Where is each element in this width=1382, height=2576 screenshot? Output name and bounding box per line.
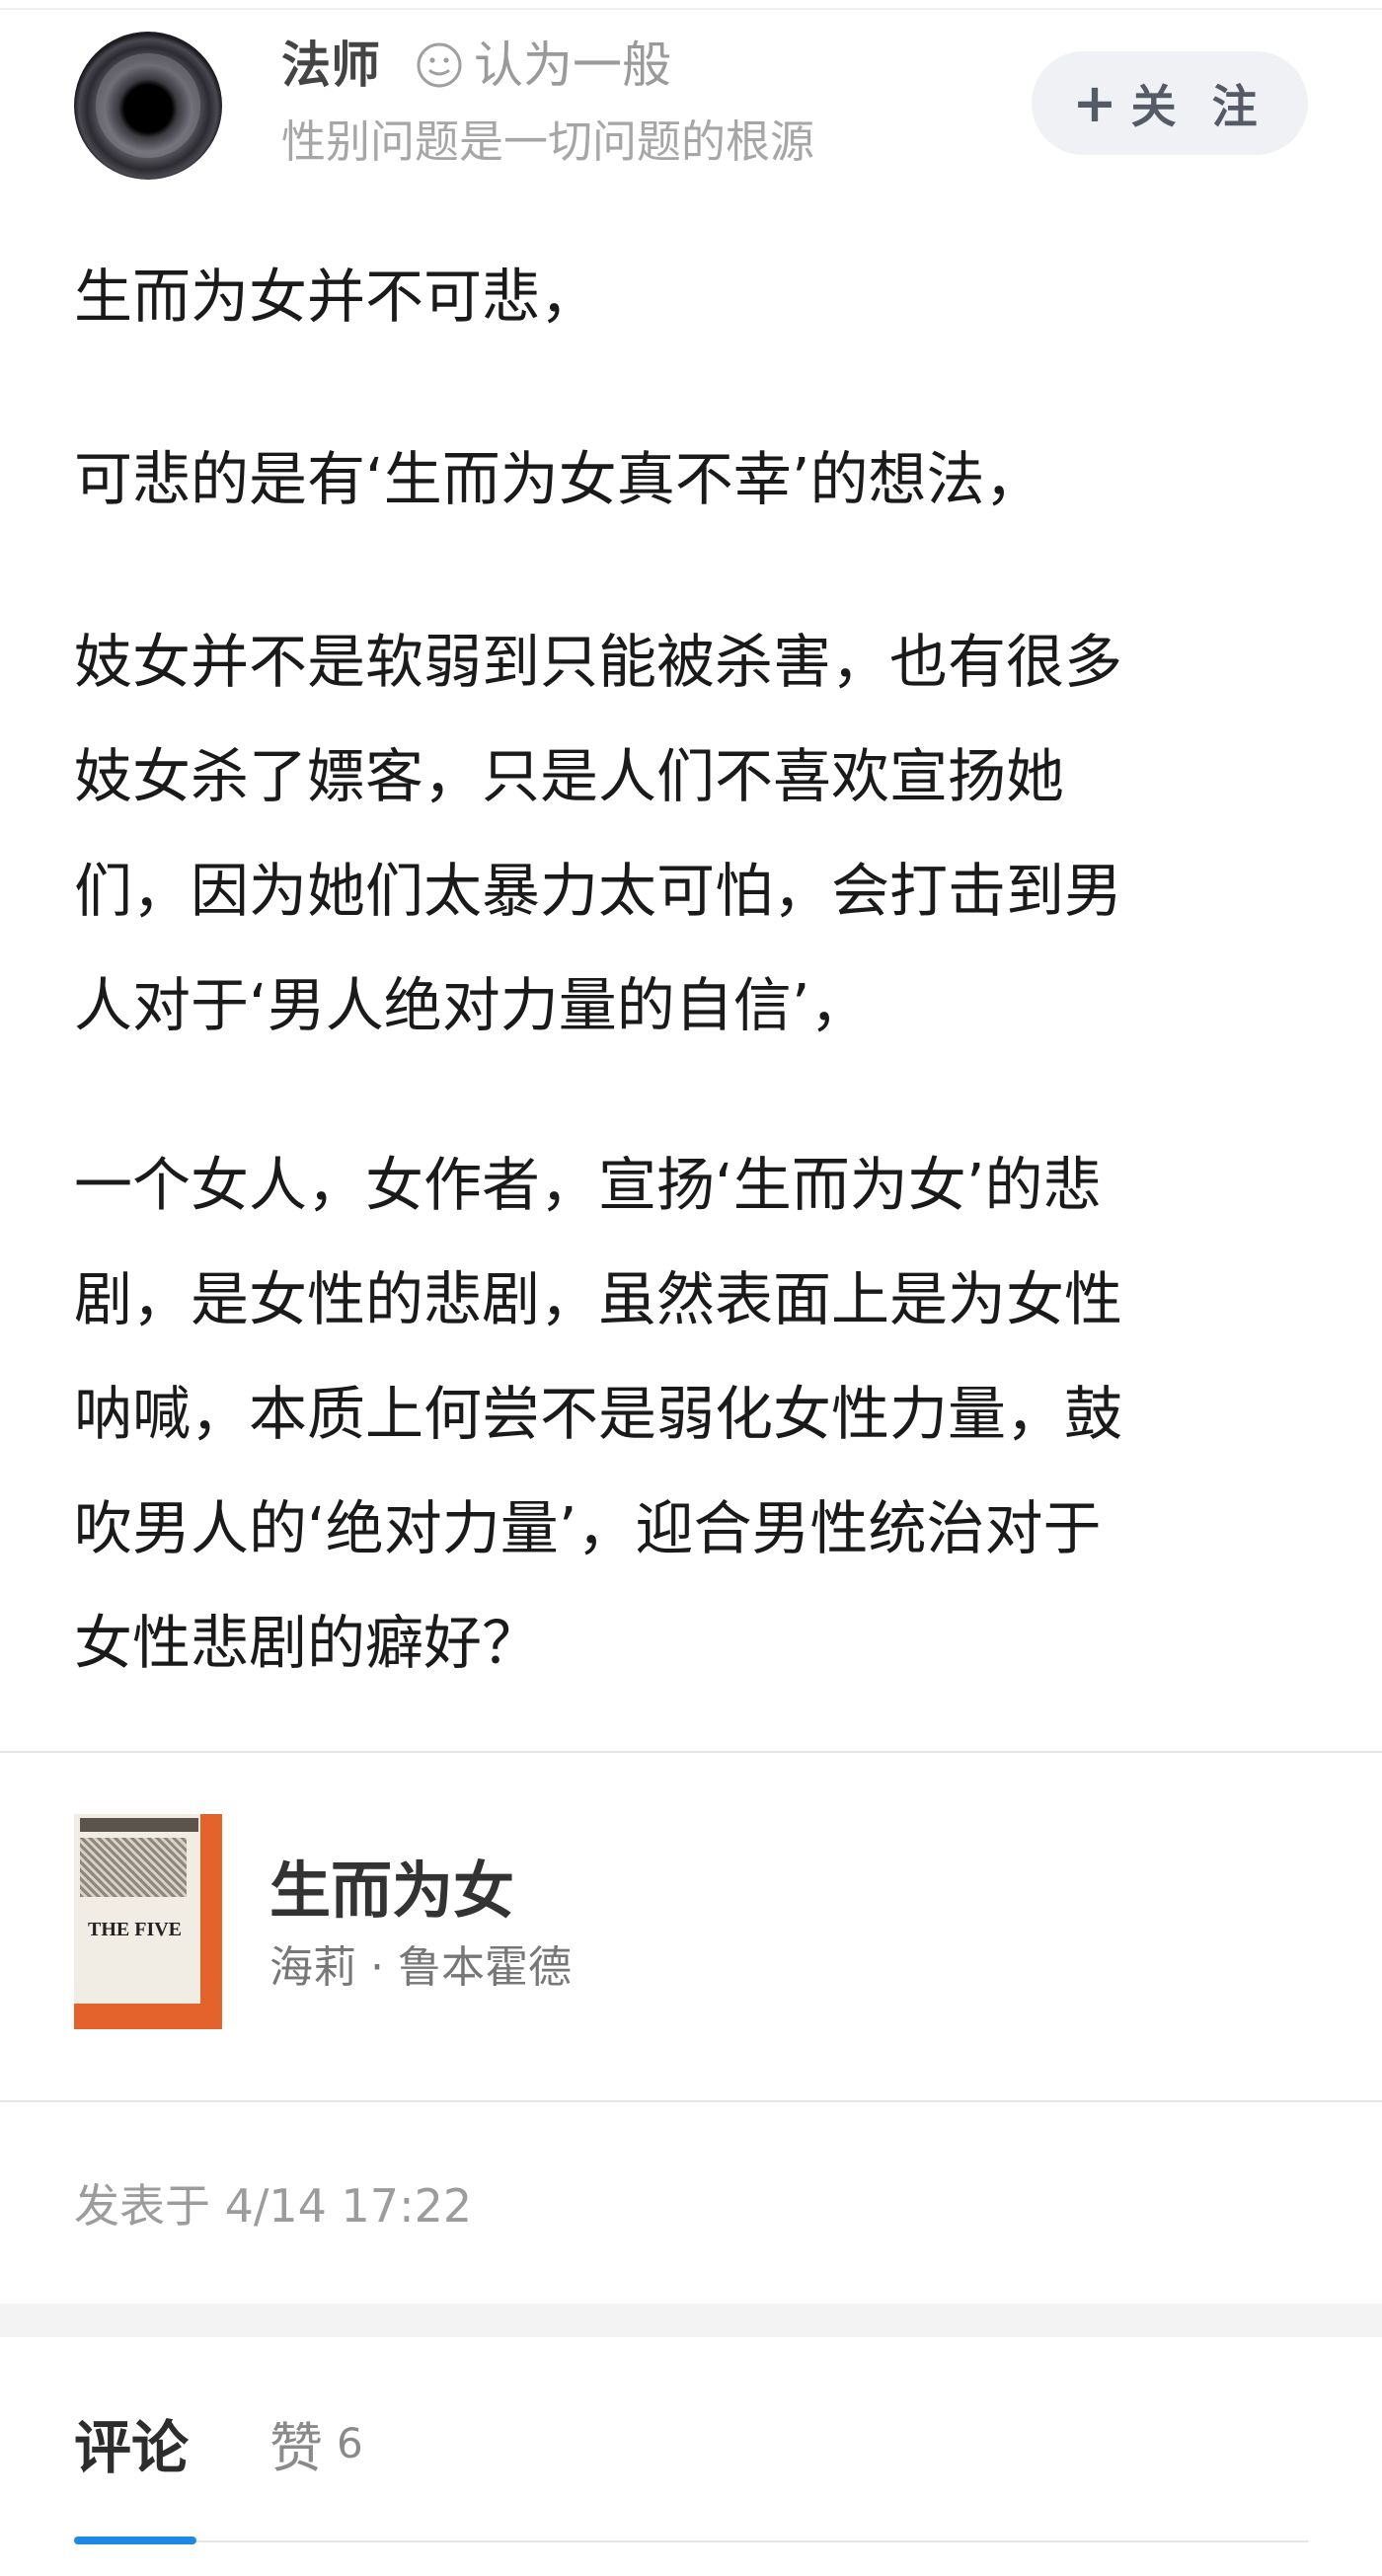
- post-paragraph: 生而为女并不可悲，: [74, 263, 599, 331]
- opinion-badge: 认为一般: [415, 34, 671, 97]
- avatar-ring: [96, 53, 200, 158]
- cover-masthead: [80, 1818, 198, 1832]
- book-cover: THE FIVE: [74, 1814, 222, 2029]
- opinion-label: 认为一般: [474, 37, 671, 94]
- book-title: 生而为女: [269, 1855, 515, 1927]
- follow-label: 关 注: [1130, 79, 1267, 133]
- tab-likes-label: 赞: [269, 2416, 323, 2479]
- neutral-face-icon: [417, 42, 462, 88]
- avatar[interactable]: [74, 32, 222, 180]
- post-paragraph: 妓女并不是软弱到只能被杀害，也有很多 妓女杀了嫖客，只是人们不喜欢宣扬她 们，因…: [74, 628, 1123, 1039]
- post-paragraph: 一个女人，女作者，宣扬‘生而为女’的悲 剧，是女性的悲剧，虽然表面上是为女性 呐…: [74, 1151, 1123, 1677]
- tab-comments[interactable]: 评论: [74, 2398, 189, 2487]
- divider: [0, 2100, 1382, 2102]
- post-paragraph: 可悲的是有‘生而为女真不幸’的想法，: [74, 445, 1043, 513]
- tab-bar-divider: [74, 2540, 1308, 2542]
- cover-illustration: [80, 1838, 187, 1897]
- active-tab-indicator: [74, 2537, 196, 2544]
- top-divider: [0, 0, 1382, 10]
- author-header: 法师 认为一般 性别问题是一切问题的根源 + 关 注: [74, 32, 1308, 180]
- divider: [0, 1751, 1382, 1753]
- publish-time: 发表于 4/14 17:22: [74, 2179, 473, 2233]
- likes-count: 6: [337, 2418, 363, 2467]
- book-author: 海莉 · 鲁本霍德: [269, 1942, 572, 1993]
- cover-bottom-band: [74, 2004, 222, 2029]
- follow-button[interactable]: + 关 注: [1032, 51, 1308, 155]
- tab-comments-label: 评论: [74, 2414, 190, 2481]
- section-spacer: [0, 2304, 1382, 2337]
- author-bio: 性别问题是一切问题的根源: [281, 115, 815, 168]
- book-card[interactable]: THE FIVE 生而为女 海莉 · 鲁本霍德: [74, 1814, 1308, 2031]
- tab-bar: 评论 赞 6: [74, 2398, 1308, 2546]
- author-name[interactable]: 法师: [281, 34, 380, 97]
- cover-stripe: [200, 1814, 222, 2029]
- plus-icon: +: [1072, 72, 1117, 134]
- cover-text: THE FIVE: [88, 1919, 183, 1940]
- tab-likes[interactable]: 赞 6: [269, 2398, 363, 2487]
